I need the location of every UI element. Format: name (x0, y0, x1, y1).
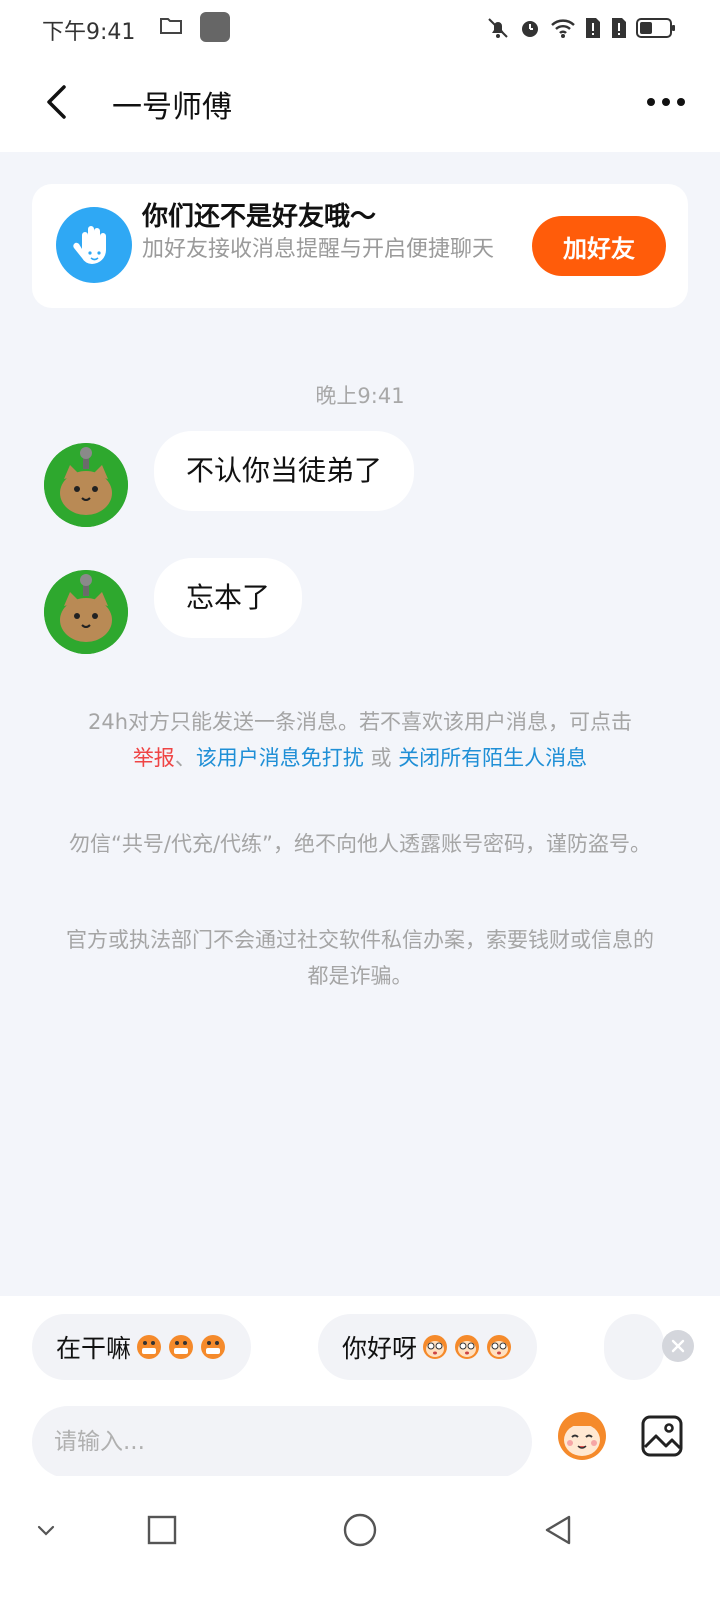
close-all-strangers-link[interactable]: 关闭所有陌生人消息 (398, 746, 587, 770)
friend-card-subtitle: 加好友接收消息提醒与开启便捷聊天 (142, 237, 495, 262)
message-timestamp: 晚上9:41 (315, 384, 405, 408)
message-bubble[interactable]: 不认你当徒弟了 (154, 431, 415, 511)
system-nav-bar (0, 1476, 720, 1600)
nav-recents-button[interactable] (138, 1506, 186, 1554)
message-bubble[interactable]: 忘本了 (154, 558, 303, 638)
separator: 、 (174, 746, 196, 770)
add-friend-button[interactable]: 加好友 (532, 216, 666, 276)
nav-collapse-button[interactable] (22, 1506, 70, 1554)
close-quick-replies-button[interactable] (662, 1330, 694, 1362)
fraud-warning: 官方或执法部门不会通过社交软件私信办案，索要钱财或信息的都是诈骗。 (66, 928, 654, 988)
grin-emoji-icon (201, 1335, 226, 1359)
status-icons (486, 14, 676, 42)
composer-panel: 在干嘛 你好呀 (0, 1296, 720, 1478)
nav-home-button[interactable] (336, 1506, 384, 1554)
cat-avatar-icon (44, 443, 128, 527)
sim-alert-icon-2 (612, 18, 626, 38)
page-title: 一号师傅 (112, 90, 232, 125)
mute-bell-icon (488, 18, 508, 38)
close-icon (671, 1339, 685, 1353)
chat-header: 一号师傅 (0, 56, 720, 152)
mute-user-link[interactable]: 该用户消息免打扰 (196, 746, 364, 770)
cat-avatar-icon (44, 570, 128, 654)
stranger-message-notice: 24h对方只能发送一条消息。若不喜欢该用户消息，可点击 举报、该用户消息免打扰 … (40, 704, 680, 776)
wide-eye-emoji-icon (455, 1335, 480, 1359)
app-notification-icon (200, 12, 230, 42)
chevron-left-icon (47, 85, 66, 119)
alarm-icon (522, 21, 538, 37)
quick-reply-chip-partial[interactable] (604, 1314, 664, 1380)
quick-reply-label: 在干嘛 (56, 1334, 132, 1363)
image-picker-button[interactable] (640, 1414, 684, 1458)
friend-card-title: 你们还不是好友哦～ (142, 202, 377, 232)
wide-eye-emoji-icon (487, 1335, 512, 1359)
grin-emoji-icon (169, 1335, 194, 1359)
more-dots-icon (647, 98, 655, 106)
emoji-picker-button[interactable] (556, 1410, 608, 1462)
quick-reply-chip[interactable]: 在干嘛 (32, 1314, 252, 1380)
wave-hand-icon (56, 207, 132, 283)
wifi-icon (551, 19, 575, 38)
folder-icon (160, 18, 182, 34)
square-icon (147, 1515, 177, 1545)
account-safety-warning: 勿信“共号/代充/代练”，绝不向他人透露账号密码，谨防盗号。 (69, 832, 651, 856)
add-friend-card: 你们还不是好友哦～ 加好友接收消息提醒与开启便捷聊天 加好友 (32, 184, 688, 308)
status-time: 下午9:41 (42, 20, 136, 45)
battery-icon (636, 18, 675, 38)
back-button[interactable] (36, 78, 76, 126)
limit-text: 24h对方只能发送一条消息。若不喜欢该用户消息，可点击 (87, 710, 633, 734)
or-text: 或 (370, 746, 392, 770)
report-link[interactable]: 举报 (133, 746, 175, 770)
avatar[interactable] (44, 570, 128, 654)
grin-emoji-icon (137, 1335, 162, 1359)
sim-alert-icon (586, 18, 600, 38)
triangle-back-icon (545, 1515, 571, 1545)
circle-icon (343, 1513, 377, 1547)
avatar[interactable] (44, 443, 128, 527)
message-input[interactable] (32, 1406, 532, 1478)
more-button[interactable] (640, 82, 692, 122)
wide-eye-emoji-icon (423, 1335, 448, 1359)
nav-back-button[interactable] (534, 1506, 582, 1554)
status-bar: 下午9:41 (0, 0, 720, 56)
quick-reply-chip[interactable]: 你好呀 (318, 1314, 538, 1380)
chevron-down-icon (37, 1525, 55, 1536)
quick-reply-label: 你好呀 (342, 1334, 418, 1363)
